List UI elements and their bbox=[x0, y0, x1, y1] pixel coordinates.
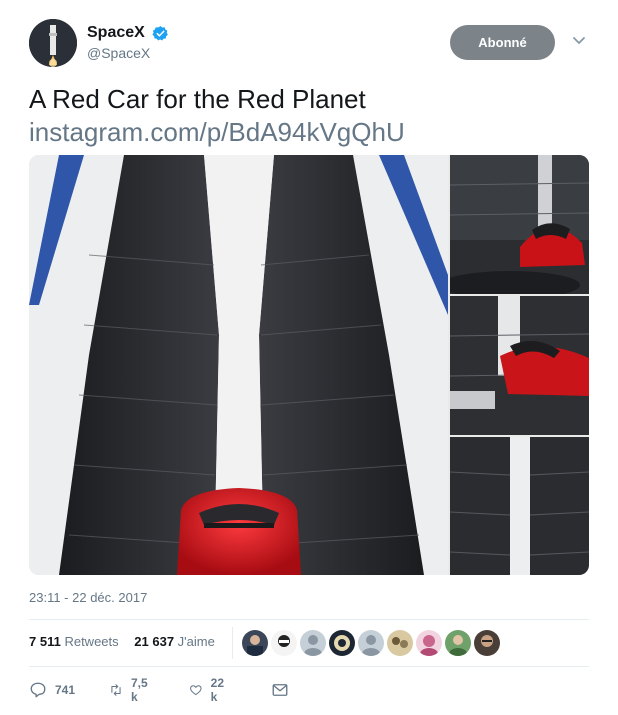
media-grid bbox=[29, 155, 589, 575]
media-photo-3[interactable] bbox=[450, 296, 589, 435]
timestamp[interactable]: 23:11 - 22 déc. 2017 bbox=[29, 590, 147, 605]
tweet-card: SpaceX @SpaceX Abonné A Red Car for the … bbox=[0, 0, 618, 715]
like-count: 22 k bbox=[210, 676, 224, 704]
retweet-count: 7,5 k bbox=[130, 676, 148, 704]
liker-avatar[interactable] bbox=[387, 630, 413, 656]
liker-avatar[interactable] bbox=[271, 630, 297, 656]
like-button[interactable]: 22 k bbox=[189, 676, 228, 704]
liker-avatar[interactable] bbox=[445, 630, 471, 656]
chevron-down-icon[interactable] bbox=[572, 36, 586, 46]
retweet-icon bbox=[111, 684, 121, 696]
divider-top bbox=[29, 619, 589, 620]
verified-badge-icon bbox=[152, 25, 169, 40]
reply-button[interactable]: 741 bbox=[29, 680, 75, 700]
likes-label: J'aime bbox=[177, 634, 215, 649]
avatar[interactable] bbox=[29, 19, 77, 67]
retweets-count: 7 511 bbox=[29, 634, 61, 649]
liker-avatar[interactable] bbox=[474, 630, 500, 656]
media-photo-4[interactable] bbox=[450, 437, 589, 575]
liker-avatar[interactable] bbox=[329, 630, 355, 656]
likes-count: 21 637 bbox=[134, 634, 175, 649]
reply-count: 741 bbox=[55, 683, 76, 697]
divider-bottom bbox=[29, 666, 589, 667]
tweet-link[interactable]: instagram.com/p/BdA94kVgQhU bbox=[29, 116, 599, 149]
tweet-body: A Red Car for the Red Planet bbox=[29, 84, 366, 114]
stats-separator bbox=[232, 627, 233, 659]
retweets-label: Retweets bbox=[64, 634, 119, 649]
media-photo-2[interactable] bbox=[450, 155, 589, 294]
handle: @SpaceX bbox=[87, 45, 151, 62]
liker-avatar[interactable] bbox=[242, 630, 268, 656]
retweet-button[interactable]: 7,5 k bbox=[109, 676, 152, 704]
follow-button[interactable]: Abonné bbox=[450, 25, 555, 60]
author-info[interactable]: SpaceX @SpaceX bbox=[87, 24, 169, 61]
reply-icon bbox=[30, 682, 46, 698]
liker-avatar-default[interactable] bbox=[358, 630, 384, 656]
media-photo-main[interactable] bbox=[29, 155, 448, 575]
engagement-stats: 7 511 Retweets 21 637 J'aime bbox=[29, 634, 227, 649]
liker-avatar[interactable] bbox=[416, 630, 442, 656]
direct-message-button[interactable] bbox=[271, 680, 297, 700]
envelope-icon bbox=[272, 684, 288, 696]
likes-stat[interactable]: 21 637 J'aime bbox=[134, 634, 215, 649]
tweet-text: A Red Car for the Red Planet instagram.c… bbox=[29, 83, 599, 149]
display-name[interactable]: SpaceX bbox=[87, 24, 145, 42]
heart-icon bbox=[190, 685, 202, 696]
retweets-stat[interactable]: 7 511 Retweets bbox=[29, 634, 119, 649]
liker-avatar-default[interactable] bbox=[300, 630, 326, 656]
